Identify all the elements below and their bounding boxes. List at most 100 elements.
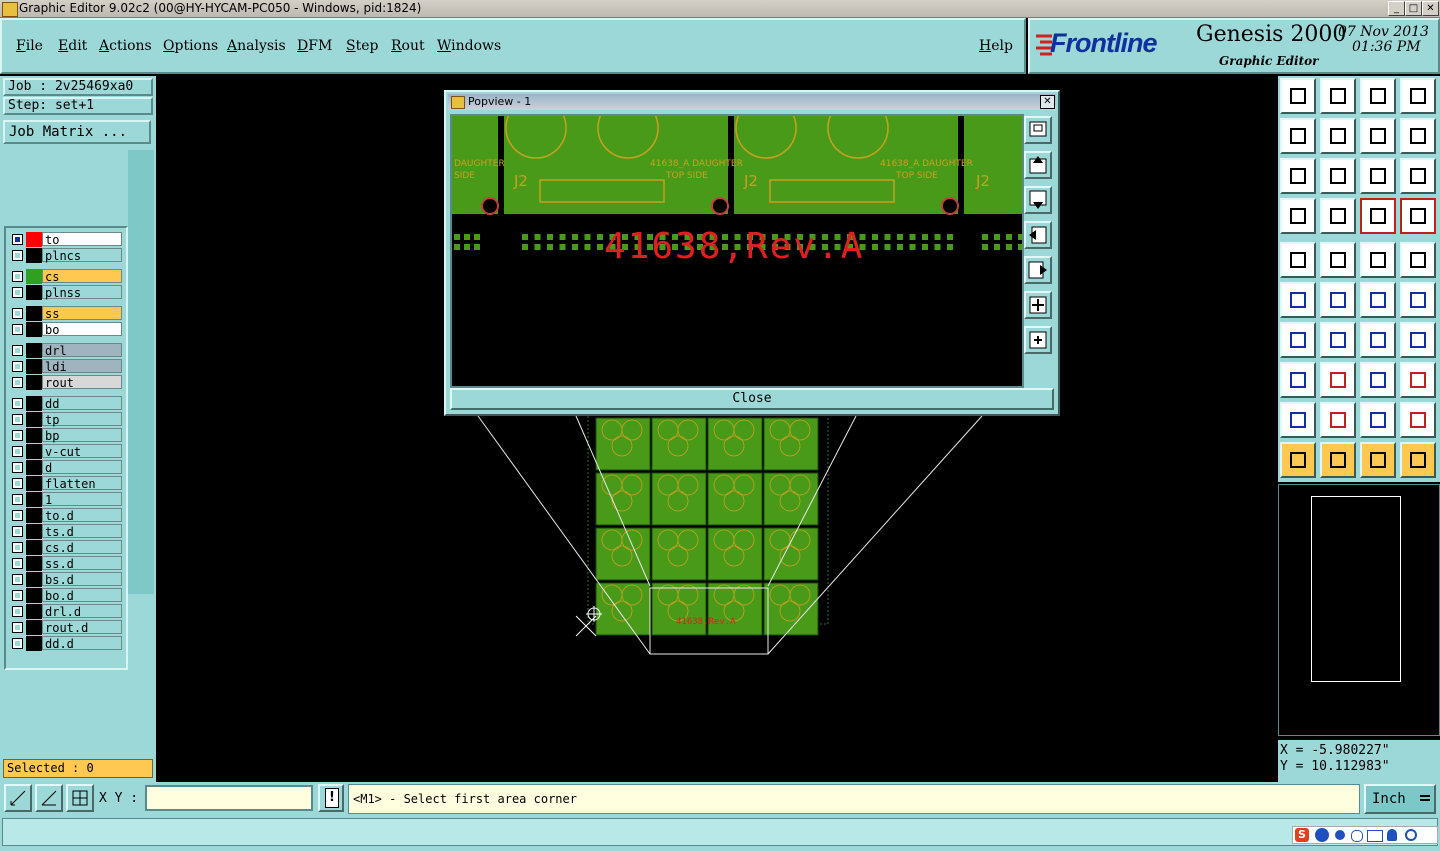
layer-scrollbar[interactable] bbox=[128, 150, 154, 594]
menu-windows[interactable]: Windows bbox=[437, 38, 501, 54]
ruler-button[interactable] bbox=[1360, 242, 1396, 278]
layer-row-to[interactable]: to bbox=[6, 232, 126, 247]
layer-checkbox[interactable] bbox=[12, 250, 23, 261]
layer-color-swatch[interactable] bbox=[26, 269, 42, 284]
add-node-red-button[interactable] bbox=[1400, 282, 1436, 318]
layer-name[interactable]: flatten bbox=[42, 476, 122, 491]
layer-row-bo-d[interactable]: bo.d bbox=[6, 588, 126, 603]
line-select-button[interactable] bbox=[1320, 362, 1356, 398]
menu-analysis[interactable]: Analysis bbox=[227, 38, 286, 54]
layer-checkbox[interactable] bbox=[12, 430, 23, 441]
layer-name[interactable]: 1 bbox=[42, 492, 122, 507]
layer-checkbox[interactable] bbox=[12, 542, 23, 553]
popview-pan-left-button[interactable] bbox=[1024, 221, 1052, 249]
triangle-red-button[interactable] bbox=[1280, 402, 1316, 438]
layer-color-swatch[interactable] bbox=[26, 540, 42, 555]
layer-color-swatch[interactable] bbox=[26, 232, 42, 247]
delete-net-button[interactable] bbox=[1320, 282, 1356, 318]
zoom-fit-button[interactable] bbox=[1280, 158, 1316, 194]
popview-zoom-home-button[interactable] bbox=[1024, 116, 1052, 144]
layer-color-swatch[interactable] bbox=[26, 636, 42, 651]
layer-checkbox[interactable] bbox=[12, 494, 23, 505]
measure-line-button[interactable] bbox=[1320, 242, 1356, 278]
layer-row-to-d[interactable]: to.d bbox=[6, 508, 126, 523]
triangle-red-2-button[interactable] bbox=[1400, 402, 1436, 438]
layer-name[interactable]: bp bbox=[42, 428, 122, 443]
layer-row-dd-d[interactable]: dd.d bbox=[6, 636, 126, 651]
popview-zoom-out-button[interactable] bbox=[1024, 326, 1052, 354]
ime-toolbar[interactable]: S bbox=[1292, 826, 1438, 844]
layer-name[interactable]: rout bbox=[42, 375, 122, 390]
text-tool-button[interactable] bbox=[1400, 322, 1436, 358]
ime-punctuation-icon[interactable] bbox=[1351, 830, 1363, 842]
layer-checkbox[interactable] bbox=[12, 446, 23, 457]
layer-checkbox[interactable] bbox=[12, 324, 23, 335]
popview-close-button[interactable]: Close bbox=[450, 388, 1054, 410]
layer-color-swatch[interactable] bbox=[26, 556, 42, 571]
layer-name[interactable]: bo.d bbox=[42, 588, 122, 603]
feature-info-button[interactable] bbox=[1280, 242, 1316, 278]
triangle-blue-button[interactable] bbox=[1320, 402, 1356, 438]
add-node-button[interactable] bbox=[1360, 282, 1396, 318]
layer-color-swatch[interactable] bbox=[26, 460, 42, 475]
layer-name[interactable]: plnss bbox=[42, 285, 122, 300]
layer-checkbox[interactable] bbox=[12, 590, 23, 601]
layer-checkbox[interactable] bbox=[12, 622, 23, 633]
layer-color-swatch[interactable] bbox=[26, 375, 42, 390]
layer-features-button[interactable] bbox=[1360, 198, 1396, 234]
layer-checkbox[interactable] bbox=[12, 287, 23, 298]
select-pointer-button[interactable] bbox=[1280, 442, 1316, 478]
snap-point-button[interactable] bbox=[1320, 198, 1356, 234]
layer-checkbox[interactable] bbox=[12, 638, 23, 649]
layer-checkbox[interactable] bbox=[12, 308, 23, 319]
layer-name[interactable]: drl bbox=[42, 343, 122, 358]
layer-name[interactable]: rout.d bbox=[42, 620, 122, 635]
layer-name[interactable]: v-cut bbox=[42, 444, 122, 459]
layer-name[interactable]: cs.d bbox=[42, 540, 122, 555]
view-split-button[interactable] bbox=[1400, 78, 1436, 114]
layer-checkbox[interactable] bbox=[12, 478, 23, 489]
layer-name[interactable]: ss.d bbox=[42, 556, 122, 571]
highlight-pad-button[interactable] bbox=[1400, 242, 1436, 278]
layer-checkbox[interactable] bbox=[12, 558, 23, 569]
layer-checkbox[interactable] bbox=[12, 398, 23, 409]
minimize-button[interactable]: _ bbox=[1388, 1, 1405, 16]
menu-actions[interactable]: Actions bbox=[99, 38, 152, 54]
menu-options[interactable]: Options bbox=[163, 38, 218, 54]
popview-viewport[interactable]: DAUGHTER SIDE J2 41638_A DAUGHTER TOP SI… bbox=[450, 114, 1024, 388]
layer-checkbox[interactable] bbox=[12, 462, 23, 473]
layer-checkbox[interactable] bbox=[12, 526, 23, 537]
layer-name[interactable]: cs bbox=[42, 269, 122, 284]
layer-color-swatch[interactable] bbox=[26, 412, 42, 427]
ime-chinese-mode-icon[interactable] bbox=[1315, 828, 1329, 842]
zoom-up-button[interactable] bbox=[1320, 78, 1356, 114]
popview-close-icon[interactable]: ✕ bbox=[1040, 95, 1055, 109]
layer-row-d[interactable]: d bbox=[6, 460, 126, 475]
layer-color-swatch[interactable] bbox=[26, 492, 42, 507]
menu-step[interactable]: Step bbox=[346, 38, 378, 54]
snap-mode-button[interactable] bbox=[4, 784, 32, 812]
layer-row-drl[interactable]: drl bbox=[6, 343, 126, 358]
ime-user-icon[interactable] bbox=[1387, 829, 1397, 841]
mirror-button[interactable] bbox=[1400, 118, 1436, 154]
layer-name[interactable]: ts.d bbox=[42, 524, 122, 539]
ime-settings-icon[interactable] bbox=[1405, 829, 1417, 841]
menu-edit[interactable]: Edit bbox=[58, 38, 87, 54]
layer-checkbox[interactable] bbox=[12, 345, 23, 356]
layer-name[interactable]: to bbox=[42, 232, 122, 247]
layer-checkbox[interactable] bbox=[12, 414, 23, 425]
layer-color-swatch[interactable] bbox=[26, 428, 42, 443]
menu-rout[interactable]: Rout bbox=[391, 38, 425, 54]
pad-select-button[interactable] bbox=[1280, 362, 1316, 398]
layer-color-swatch[interactable] bbox=[26, 620, 42, 635]
job-matrix-button[interactable]: Job Matrix ... bbox=[3, 120, 151, 144]
layer-row-cs-d[interactable]: cs.d bbox=[6, 540, 126, 555]
query-button[interactable] bbox=[1400, 158, 1436, 194]
pan-left-button[interactable] bbox=[1280, 118, 1316, 154]
layer-color-swatch[interactable] bbox=[26, 248, 42, 263]
snap-settings-button[interactable] bbox=[1280, 198, 1316, 234]
net-select-button[interactable] bbox=[1400, 362, 1436, 398]
layer-color-swatch[interactable] bbox=[26, 476, 42, 491]
layer-name[interactable]: ldi bbox=[42, 359, 122, 374]
popview-title-bar[interactable]: Popview - 1 ✕ bbox=[448, 94, 1056, 110]
